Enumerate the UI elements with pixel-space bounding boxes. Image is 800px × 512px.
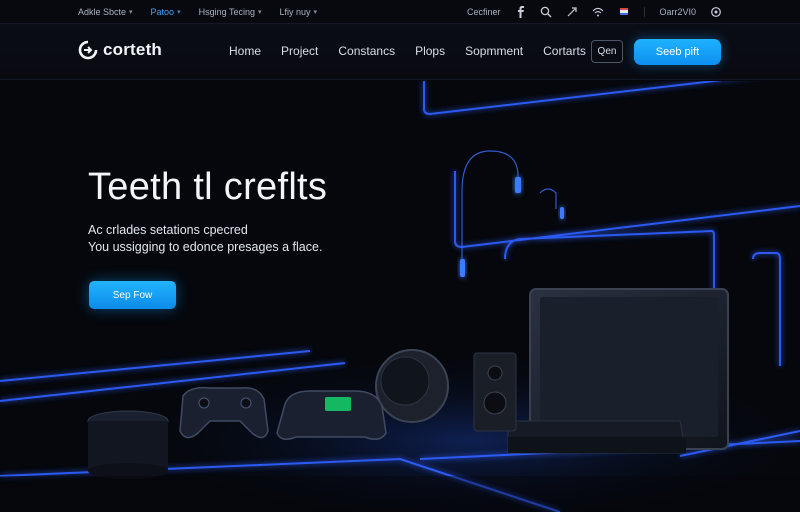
facebook-icon[interactable]	[514, 6, 526, 18]
chevron-down-icon: ▾	[129, 9, 133, 16]
utility-link-label: Adkle Sbcte	[78, 7, 127, 17]
nav-link-cortarts[interactable]: Cortarts	[543, 44, 586, 58]
settings-icon[interactable]	[710, 6, 722, 18]
outline-button[interactable]: Qen	[591, 40, 623, 63]
nav-link-constancs[interactable]: Constancs	[338, 44, 395, 58]
nav-links: Home Project Constancs Plops Sopmment Co…	[229, 44, 606, 58]
logo-icon	[78, 40, 98, 60]
hero-subtitle-line-2: You ussigging to edonce presages a flace…	[88, 240, 323, 254]
utility-links: Adkle Sbcte ▾ Patoo ▾ Hsging Tecing ▾ Lf…	[78, 0, 317, 24]
logo-text: corteth	[103, 40, 163, 59]
phone-label: Oarr2VI0	[659, 7, 696, 17]
utility-link-1[interactable]: Adkle Sbcte ▾	[78, 7, 133, 17]
main-navbar: corteth Home Project Constancs Plops Sop…	[0, 24, 800, 80]
nav-link-home[interactable]: Home	[229, 44, 261, 58]
wifi-icon[interactable]	[592, 6, 604, 18]
contact-link[interactable]: Cecfiner	[467, 7, 501, 17]
chevron-down-icon: ▾	[177, 9, 181, 16]
hero-subtitle: Ac crlades setations cpecred You ussiggi…	[88, 222, 322, 256]
search-icon[interactable]	[540, 6, 552, 18]
share-icon[interactable]	[566, 6, 578, 18]
utility-actions: Cecfiner Oarr2VI0	[467, 0, 722, 24]
utility-link-2[interactable]: Patoo ▾	[151, 7, 181, 17]
brand-logo[interactable]: corteth	[78, 40, 162, 60]
nav-link-plops[interactable]: Plops	[415, 44, 445, 58]
chevron-down-icon: ▾	[257, 9, 262, 16]
utility-link-label: Hsging Tecing	[198, 7, 255, 17]
divider	[644, 7, 646, 17]
nav-link-project[interactable]: Project	[281, 44, 318, 58]
utility-bar: Adkle Sbcte ▾ Patoo ▾ Hsging Tecing ▾ Lf…	[0, 0, 800, 24]
utility-link-4[interactable]: Lfiy nuy ▾	[279, 7, 317, 17]
hero-title: Teeth tl creflts	[88, 166, 328, 208]
utility-link-3[interactable]: Hsging Tecing ▾	[199, 7, 262, 17]
hero-cta-button[interactable]: Sep Fow	[89, 281, 176, 309]
utility-link-label: Patoo	[150, 7, 175, 17]
flag-icon[interactable]	[618, 6, 630, 18]
nav-link-sopmment[interactable]: Sopmment	[465, 44, 523, 58]
hero-subtitle-line-1: Ac crlades setations cpecred	[88, 223, 248, 237]
utility-link-label: Lfiy nuy	[279, 7, 311, 17]
nav-cta-button[interactable]: Seeb pift	[634, 39, 721, 65]
chevron-down-icon: ▾	[313, 9, 318, 16]
